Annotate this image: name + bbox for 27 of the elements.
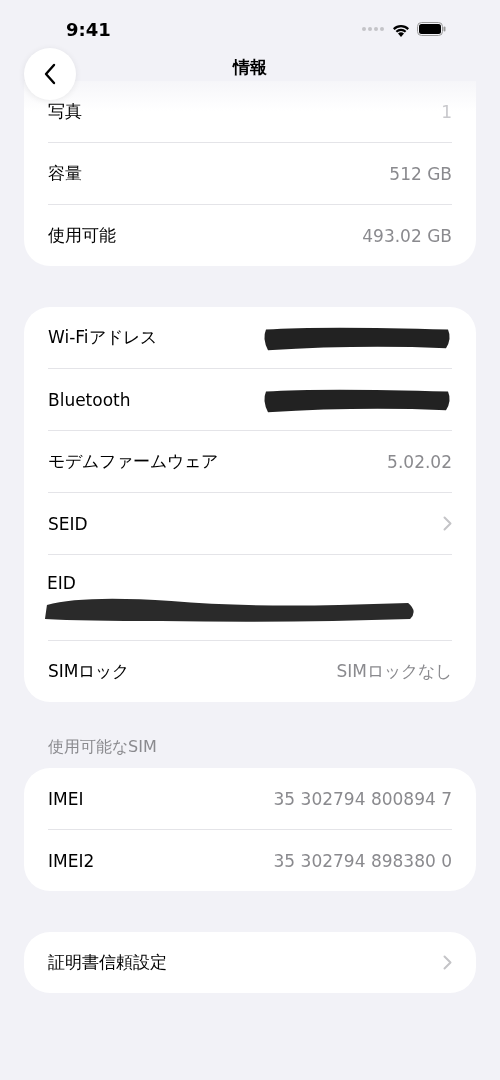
row-label: IMEI2 (48, 850, 95, 871)
battery-icon (417, 22, 446, 36)
back-button[interactable] (24, 48, 76, 100)
row-label: EID (47, 572, 76, 593)
status-time: 9:41 (66, 18, 111, 40)
chevron-icon (443, 955, 452, 970)
row-value: 35 302794 898380 0 (273, 850, 452, 871)
back-icon (43, 63, 57, 85)
row-label: 容量 (48, 162, 82, 185)
row-label: SEID (48, 513, 88, 534)
row-label: 使用可能 (48, 224, 116, 247)
row-label: モデムファームウェア (48, 450, 218, 473)
row-value: 35 302794 800894 7 (273, 788, 452, 809)
row-label: SIMロック (48, 660, 130, 683)
row-value: 5.02.02 (387, 451, 452, 472)
row-value: SIMロックなし (336, 660, 452, 683)
section-header: 使用可能なSIM (47, 737, 158, 758)
row-label: Bluetooth (48, 389, 131, 410)
row-label: Wi-Fiアドレス (48, 326, 157, 349)
row-label: 写真 (48, 100, 82, 123)
row-value: 493.02 GB (362, 225, 452, 246)
row-label: IMEI (48, 788, 84, 809)
chevron-icon (443, 516, 452, 531)
page-title: 情報 (233, 55, 267, 79)
row-value: 512 GB (389, 163, 452, 184)
row-label: 証明書信頼設定 (48, 951, 167, 974)
signal-dots-icon (361, 26, 385, 32)
